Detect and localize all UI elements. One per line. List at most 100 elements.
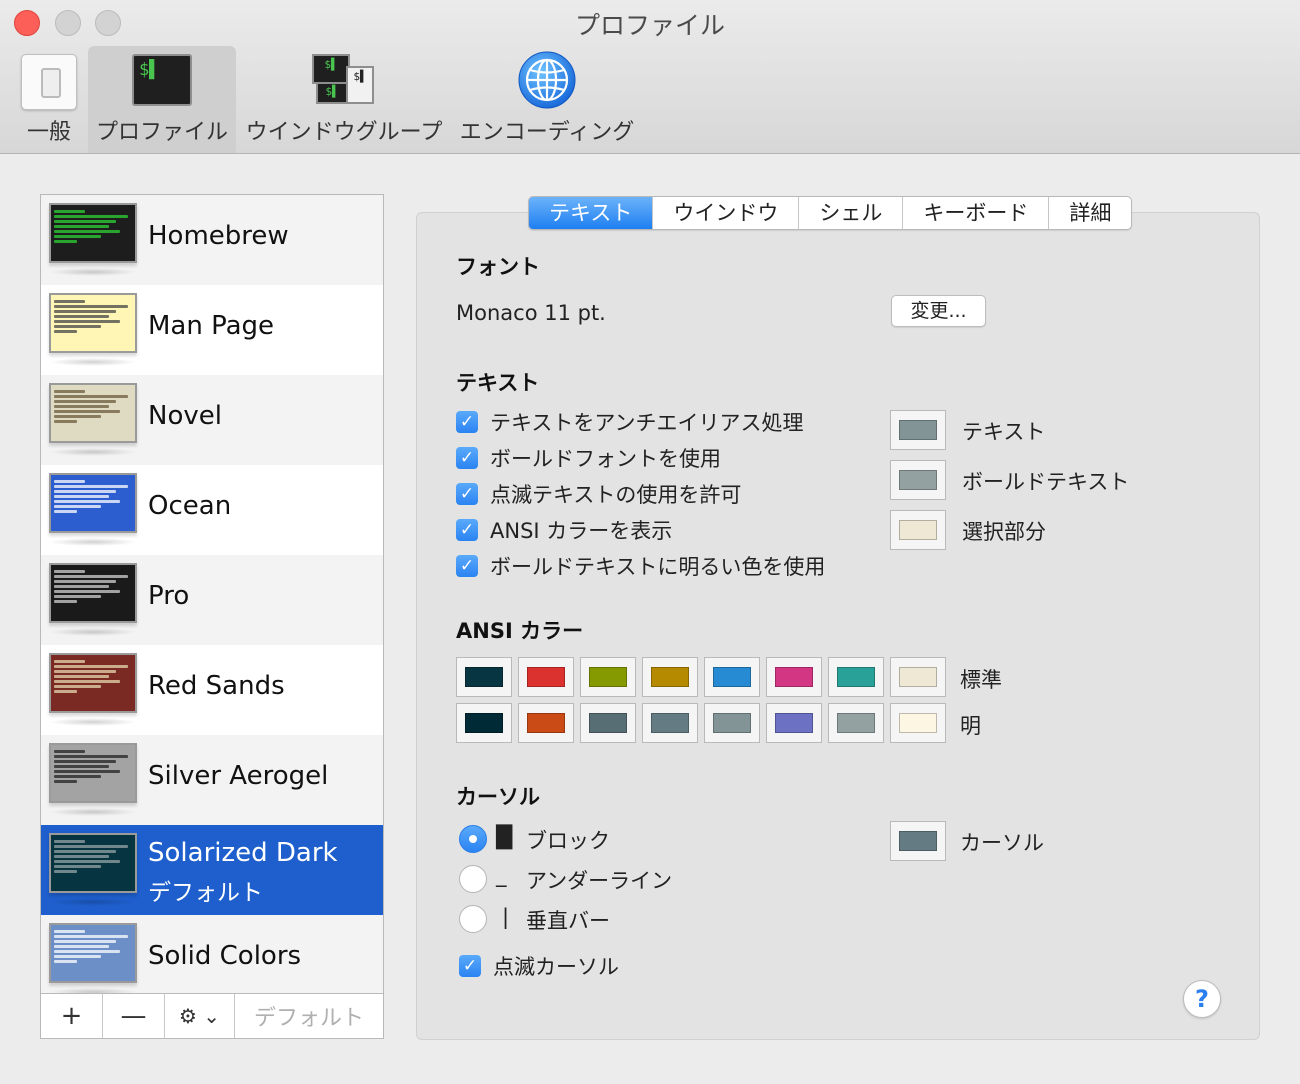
font-value: Monaco 11 pt. bbox=[456, 301, 606, 325]
profile-thumbnail bbox=[49, 653, 137, 713]
profile-name: Homebrew bbox=[148, 221, 289, 251]
bold-text-color-well[interactable] bbox=[890, 460, 946, 500]
remove-profile-button[interactable]: — bbox=[103, 994, 165, 1038]
profile-row[interactable]: Homebrew bbox=[41, 195, 383, 285]
profile-row[interactable]: Solarized Dark デフォルト bbox=[41, 825, 383, 915]
add-profile-button[interactable]: + bbox=[41, 994, 103, 1038]
wg-icon-window-3: $▌ bbox=[316, 82, 348, 104]
ansi-color-checkbox[interactable]: ✓ ANSI カラーを表示 bbox=[456, 516, 672, 544]
color-fill bbox=[527, 667, 565, 687]
color-fill bbox=[527, 713, 565, 733]
profile-row[interactable]: Silver Aerogel bbox=[41, 735, 383, 825]
selection-color-label: 選択部分 bbox=[962, 520, 1046, 544]
cursor-color-well[interactable] bbox=[890, 821, 946, 861]
profile-row[interactable]: Ocean bbox=[41, 465, 383, 555]
toolbar-encoding[interactable]: エンコーディング bbox=[454, 46, 640, 153]
profile-list[interactable]: Homebrew Man Page Novel Ocean Pro Red Sands Si… bbox=[40, 194, 384, 994]
profile-name: Man Page bbox=[148, 311, 275, 341]
color-fill bbox=[899, 713, 937, 733]
thumbnail-shadow bbox=[49, 718, 137, 726]
ansi-normal-color-well[interactable] bbox=[456, 657, 512, 697]
profile-row[interactable]: Pro bbox=[41, 555, 383, 645]
ansi-bright-color-well[interactable] bbox=[890, 703, 946, 743]
bold-text-color-label: ボールドテキスト bbox=[962, 470, 1130, 494]
blink-text-checkbox[interactable]: ✓ 点滅テキストの使用を許可 bbox=[456, 480, 741, 508]
profile-thumbnail bbox=[49, 743, 137, 803]
ansi-normal-color-well[interactable] bbox=[642, 657, 698, 697]
thumbnail-shadow bbox=[49, 628, 137, 636]
cursor-block-radio[interactable] bbox=[459, 825, 487, 853]
toolbar-general[interactable]: 一般 bbox=[14, 46, 84, 153]
color-fill bbox=[651, 713, 689, 733]
change-font-button[interactable]: 変更... bbox=[891, 295, 986, 327]
color-fill bbox=[589, 713, 627, 733]
ansi-bright-color-well[interactable] bbox=[766, 703, 822, 743]
blink-cursor-checkbox[interactable]: ✓ 点滅カーソル bbox=[459, 952, 619, 980]
profile-row[interactable]: Man Page bbox=[41, 285, 383, 375]
cursor-underline-glyph: _ bbox=[496, 863, 507, 887]
profile-row[interactable]: Novel bbox=[41, 375, 383, 465]
ansi-normal-label: 標準 bbox=[960, 668, 1002, 692]
gear-menu-button[interactable]: ⚙ ⌄ bbox=[165, 994, 235, 1038]
tab-advanced[interactable]: 詳細 bbox=[1049, 197, 1131, 229]
thumbnail-shadow bbox=[49, 538, 137, 546]
tab-shell[interactable]: シェル bbox=[799, 197, 904, 229]
toolbar-window-groups[interactable]: $▌ $▌ $▌ ウインドウグループ bbox=[242, 46, 446, 153]
titlebar: プロファイル 一般 $▌ プロファイル $▌ $▌ $▌ ウインドウグループ エ… bbox=[0, 0, 1300, 154]
settings-tabs: テキスト ウインドウ シェル キーボード 詳細 bbox=[528, 196, 1133, 230]
profile-row[interactable]: Red Sands bbox=[41, 645, 383, 735]
ansi-normal-color-well[interactable] bbox=[580, 657, 636, 697]
ansi-bright-color-well[interactable] bbox=[456, 703, 512, 743]
cursor-underline-radio[interactable] bbox=[459, 865, 487, 893]
ansi-normal-color-well[interactable] bbox=[766, 657, 822, 697]
profile-name: Ocean bbox=[148, 491, 232, 521]
checkmark-icon: ✓ bbox=[456, 555, 478, 577]
cursor-vbar-radio[interactable] bbox=[459, 905, 487, 933]
toolbar-profiles[interactable]: $▌ プロファイル bbox=[88, 46, 236, 153]
thumbnail-shadow bbox=[49, 358, 137, 366]
ansi-normal-color-well[interactable] bbox=[828, 657, 884, 697]
text-section-title: テキスト bbox=[456, 371, 540, 395]
profile-thumbnail bbox=[49, 923, 137, 983]
color-fill bbox=[837, 713, 875, 733]
terminal-icon-prompt: $▌ bbox=[139, 60, 160, 80]
toolbar-window-groups-label: ウインドウグループ bbox=[245, 120, 443, 145]
bright-bold-checkbox[interactable]: ✓ ボールドテキストに明るい色を使用 bbox=[456, 552, 825, 580]
profile-thumbnail bbox=[49, 203, 137, 263]
checkmark-icon: ✓ bbox=[456, 411, 478, 433]
ansi-bright-color-well[interactable] bbox=[518, 703, 574, 743]
ansi-bright-color-well[interactable] bbox=[580, 703, 636, 743]
color-fill bbox=[899, 667, 937, 687]
tab-window[interactable]: ウインドウ bbox=[653, 197, 800, 229]
profile-default-badge: デフォルト bbox=[148, 880, 263, 906]
window-title: プロファイル bbox=[574, 11, 725, 40]
color-fill bbox=[465, 667, 503, 687]
cursor-vbar-glyph: | bbox=[502, 905, 510, 929]
globe-icon bbox=[518, 51, 576, 109]
cursor-color-label: カーソル bbox=[960, 831, 1044, 855]
color-fill bbox=[775, 713, 813, 733]
toolbar-encoding-label: エンコーディング bbox=[459, 120, 635, 145]
selection-color-well[interactable] bbox=[890, 510, 946, 550]
bold-font-checkbox[interactable]: ✓ ボールドフォントを使用 bbox=[456, 444, 721, 472]
ansi-normal-color-well[interactable] bbox=[518, 657, 574, 697]
antialias-label: テキストをアンチエイリアス処理 bbox=[490, 411, 804, 435]
help-button[interactable]: ? bbox=[1183, 980, 1221, 1018]
ansi-bright-color-well[interactable] bbox=[828, 703, 884, 743]
tab-keyboard[interactable]: キーボード bbox=[903, 197, 1050, 229]
profile-row[interactable]: Solid Colors bbox=[41, 915, 383, 993]
ansi-normal-color-well[interactable] bbox=[704, 657, 760, 697]
tab-text[interactable]: テキスト bbox=[529, 197, 654, 229]
set-default-button[interactable]: デフォルト bbox=[235, 994, 383, 1038]
ansi-bright-color-well[interactable] bbox=[704, 703, 760, 743]
ansi-normal-color-well[interactable] bbox=[890, 657, 946, 697]
bright-bold-label: ボールドテキストに明るい色を使用 bbox=[490, 555, 826, 579]
thumbnail-shadow bbox=[49, 898, 137, 906]
blink-text-label: 点滅テキストの使用を許可 bbox=[490, 483, 742, 507]
ansi-bright-color-well[interactable] bbox=[642, 703, 698, 743]
profile-name: Red Sands bbox=[148, 671, 285, 701]
profile-name: Silver Aerogel bbox=[148, 761, 329, 791]
antialias-checkbox[interactable]: ✓ テキストをアンチエイリアス処理 bbox=[456, 408, 804, 436]
color-fill bbox=[465, 713, 503, 733]
text-color-well[interactable] bbox=[890, 410, 946, 450]
